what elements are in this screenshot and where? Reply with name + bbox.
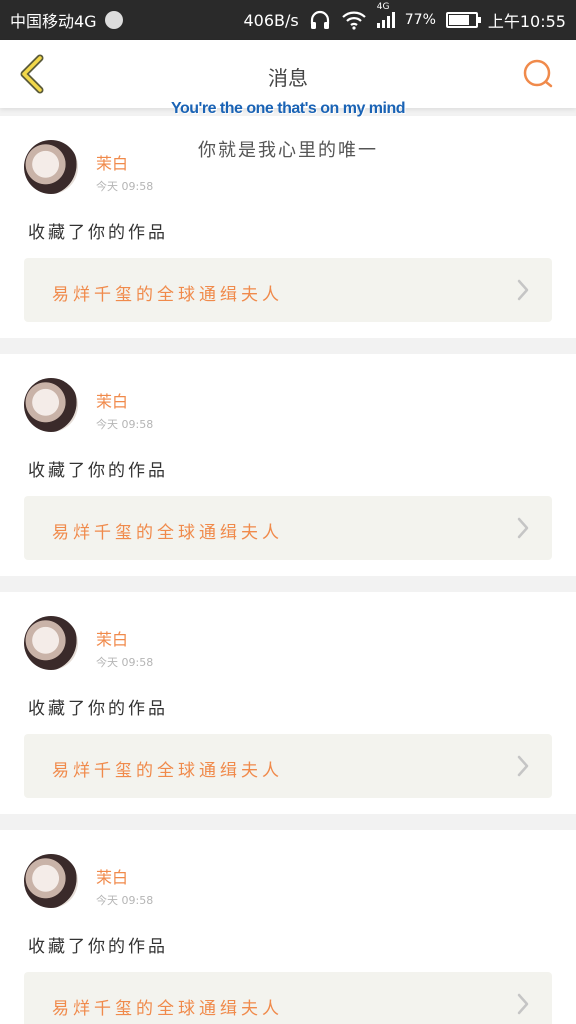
message-action: 收藏了你的作品 <box>28 699 168 719</box>
message-action: 收藏了你的作品 <box>28 937 168 957</box>
search-icon <box>523 59 553 88</box>
network-speed: 406B/s <box>243 10 299 30</box>
message-action: 收藏了你的作品 <box>28 223 168 243</box>
sender-name[interactable]: 茉白 <box>96 626 128 650</box>
chevron-right-icon <box>517 755 529 777</box>
message-card[interactable]: 茉白 今天 09:58 收藏了你的作品 易烊千玺的全球通缉夫人 <box>0 592 576 814</box>
sender-name[interactable]: 茉白 <box>96 864 128 888</box>
work-link[interactable]: 易烊千玺的全球通缉夫人 <box>24 734 552 798</box>
work-title: 易烊千玺的全球通缉夫人 <box>52 285 283 305</box>
message-card[interactable]: 茉白 今天 09:58 收藏了你的作品 易烊千玺的全球通缉夫人 <box>0 830 576 1024</box>
avatar[interactable] <box>24 378 78 432</box>
work-title: 易烊千玺的全球通缉夫人 <box>52 999 283 1019</box>
wifi-icon <box>341 10 367 30</box>
message-time: 今天 09:58 <box>96 418 154 431</box>
message-time: 今天 09:58 <box>96 656 154 669</box>
work-link[interactable]: 易烊千玺的全球通缉夫人 <box>24 258 552 322</box>
carrier-label: 中国移动4G <box>10 12 97 31</box>
messages-page: 中国移动4G 406B/s 4G 77% 上午10:55 消息 茉白 今天 09… <box>0 0 576 1024</box>
status-bar: 中国移动4G 406B/s 4G 77% 上午10:55 <box>0 0 576 40</box>
battery-icon <box>445 12 481 28</box>
work-title: 易烊千玺的全球通缉夫人 <box>52 761 283 781</box>
chevron-right-icon <box>517 993 529 1015</box>
message-action: 收藏了你的作品 <box>28 461 168 481</box>
battery-percent: 77% <box>404 12 436 28</box>
work-title: 易烊千玺的全球通缉夫人 <box>52 523 283 543</box>
headphones-icon <box>309 10 331 30</box>
chevron-right-icon <box>517 517 529 539</box>
clock: 上午10:55 <box>487 12 566 31</box>
avatar[interactable] <box>24 854 78 908</box>
battery-fill <box>448 15 469 25</box>
message-time: 今天 09:58 <box>96 180 154 193</box>
lyric-overlay-english: You're the one that's on my mind <box>171 100 406 117</box>
avatar[interactable] <box>24 616 78 670</box>
work-link[interactable]: 易烊千玺的全球通缉夫人 <box>24 496 552 560</box>
work-link[interactable]: 易烊千玺的全球通缉夫人 <box>24 972 552 1024</box>
network-type: 4G <box>376 2 390 12</box>
message-time: 今天 09:58 <box>96 894 154 907</box>
search-button[interactable] <box>520 56 556 92</box>
signal-icon: 4G <box>376 2 395 28</box>
lyric-overlay-chinese: 你就是我心里的唯一 <box>198 140 378 161</box>
page-title: 消息 <box>268 66 308 90</box>
sender-name[interactable]: 茉白 <box>96 388 128 412</box>
globe-icon <box>104 11 123 29</box>
app-header: 消息 <box>0 40 576 108</box>
chevron-right-icon <box>517 279 529 301</box>
message-card[interactable]: 茉白 今天 09:58 收藏了你的作品 易烊千玺的全球通缉夫人 <box>0 354 576 576</box>
